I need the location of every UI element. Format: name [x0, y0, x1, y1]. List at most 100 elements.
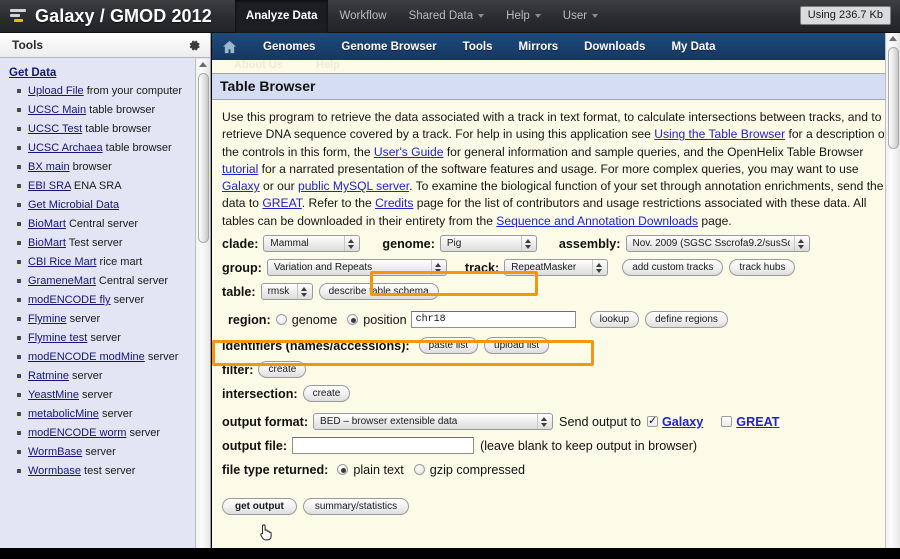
region-genome-radio[interactable] — [275, 314, 287, 326]
description-link[interactable]: Sequence and Annotation Downloads — [496, 214, 698, 228]
tool-link[interactable]: Get Microbial Data — [28, 199, 119, 211]
ucsc-nav-downloads[interactable]: Downloads — [571, 41, 658, 53]
tool-link[interactable]: Upload File — [28, 85, 84, 97]
describe-table-schema-button[interactable]: describe table schema — [318, 283, 439, 301]
scrollbar-thumb[interactable] — [888, 47, 899, 149]
description-text: page. — [698, 213, 732, 228]
intersection-create-button[interactable]: create — [302, 385, 351, 403]
chevron-down-icon — [478, 14, 485, 18]
file-type-plain-text-radio[interactable] — [337, 464, 349, 476]
region-position-radio[interactable] — [347, 314, 359, 326]
description-link[interactable]: User's Guide — [374, 145, 444, 159]
ucsc-sub-nav: About Us Help — [212, 59, 900, 74]
tool-link[interactable]: Wormbase — [28, 465, 81, 477]
masthead-item-workflow[interactable]: Workflow — [328, 0, 397, 33]
form-row-output-file: output file: (leave blank to keep output… — [222, 436, 890, 455]
track-hubs-button[interactable]: track hubs — [729, 259, 796, 277]
tool-item-suffix: server — [98, 408, 133, 420]
ucsc-nav-mirrors[interactable]: Mirrors — [505, 41, 571, 53]
paste-list-button[interactable]: paste list — [418, 337, 479, 355]
output-file-input[interactable] — [292, 437, 475, 455]
masthead-item-shared-data[interactable]: Shared Data — [398, 0, 496, 33]
genome-select[interactable]: Pig — [439, 235, 537, 253]
file-type-gzip-label: gzip compressed — [429, 462, 525, 477]
tool-link[interactable]: modENCODE worm — [28, 427, 126, 439]
description-link[interactable]: public MySQL server — [298, 179, 409, 193]
form-row-output-format: output format: BED – browser extensible … — [222, 412, 890, 431]
tool-item-suffix: table browser — [102, 142, 172, 154]
gear-icon[interactable] — [188, 39, 201, 52]
description-link[interactable]: Galaxy — [222, 179, 260, 193]
masthead-item-user[interactable]: User — [552, 0, 609, 33]
tool-link[interactable]: Ratmine — [28, 370, 69, 382]
tool-link[interactable]: UCSC Test — [28, 123, 82, 135]
description-link[interactable]: tutorial — [222, 162, 258, 176]
ucsc-nav-tools[interactable]: Tools — [450, 41, 506, 53]
tool-link[interactable]: metabolicMine — [28, 408, 99, 420]
tool-link[interactable]: BioMart — [28, 218, 66, 230]
scroll-up-arrow-icon[interactable] — [199, 62, 207, 67]
tool-link[interactable]: BX main — [28, 161, 70, 173]
ucsc-nav-genomes[interactable]: Genomes — [250, 41, 328, 53]
assembly-label: assembly: — [558, 236, 621, 251]
tool-link[interactable]: Flymine — [28, 313, 67, 325]
get-output-button[interactable]: get output — [222, 498, 297, 516]
ucsc-nav-genome-browser[interactable]: Genome Browser — [328, 41, 449, 53]
tools-panel-title: Tools — [12, 38, 44, 52]
group-select-value: Variation and Repeats — [273, 262, 373, 274]
send-great-checkbox[interactable] — [721, 416, 733, 428]
ucsc-subnav-help[interactable]: Help — [316, 59, 340, 71]
masthead-item-analyze-data[interactable]: Analyze Data — [234, 0, 329, 33]
tool-link[interactable]: UCSC Main — [28, 104, 86, 116]
send-great-link[interactable]: GREAT — [736, 415, 779, 429]
tool-link[interactable]: modENCODE modMine — [28, 351, 145, 363]
send-galaxy-checkbox[interactable] — [646, 414, 658, 428]
tool-link[interactable]: BioMart — [28, 237, 66, 249]
position-input[interactable]: chr18 — [410, 311, 576, 329]
assembly-select-value: Nov. 2009 (SGSC Sscrofa9.2/susScr2) — [632, 238, 791, 250]
track-select[interactable]: RepeatMasker — [504, 259, 609, 277]
ucsc-nav-my-data[interactable]: My Data — [658, 41, 728, 53]
tool-link[interactable]: modENCODE fly — [28, 294, 111, 306]
tool-item-suffix: rice mart — [96, 256, 143, 268]
assembly-select[interactable]: Nov. 2009 (SGSC Sscrofa9.2/susScr2) — [625, 235, 810, 253]
tools-panel-scrollbar[interactable] — [195, 59, 210, 548]
tool-link[interactable]: UCSC Archaea — [28, 142, 103, 154]
tools-section-get-data[interactable]: Get Data — [9, 67, 195, 79]
table-select[interactable]: rmsk — [260, 283, 313, 301]
filter-create-button[interactable]: create — [258, 361, 307, 379]
scrollbar-thumb[interactable] — [198, 73, 209, 243]
description-link[interactable]: Credits — [375, 196, 413, 210]
page-scrollbar[interactable] — [885, 33, 900, 548]
summary-statistics-button[interactable]: summary/statistics — [302, 498, 410, 516]
tool-list-item: GrameneMart Central server — [17, 272, 195, 291]
lookup-button[interactable]: lookup — [589, 311, 640, 329]
table-browser-form: clade: Mammal genome: Pig assembly: Nov.… — [212, 232, 900, 516]
clade-label: clade: — [222, 236, 259, 251]
add-custom-tracks-button[interactable]: add custom tracks — [622, 259, 724, 277]
scroll-up-arrow-icon[interactable] — [889, 36, 897, 41]
tool-list-item: YeastMine server — [17, 386, 195, 405]
description-link[interactable]: GREAT — [262, 196, 301, 210]
upload-list-button[interactable]: upload list — [484, 337, 550, 355]
tool-list-item: modENCODE fly server — [17, 291, 195, 310]
tool-link[interactable]: EBI SRA — [28, 180, 71, 192]
ucsc-subnav-about-us[interactable]: About Us — [234, 59, 283, 71]
output-format-select[interactable]: BED – browser extensible data — [313, 413, 554, 431]
tool-link[interactable]: CBI Rice Mart — [28, 256, 96, 268]
tool-link[interactable]: WormBase — [28, 446, 82, 458]
description-link[interactable]: Using the Table Browser — [654, 127, 785, 141]
tool-link[interactable]: Flymine test — [28, 332, 87, 344]
masthead-item-help[interactable]: Help — [495, 0, 552, 33]
clade-select[interactable]: Mammal — [263, 235, 361, 253]
home-icon[interactable] — [218, 33, 240, 60]
define-regions-button[interactable]: define regions — [645, 311, 728, 329]
file-type-gzip-radio[interactable] — [413, 464, 425, 476]
tool-item-suffix: browser — [69, 161, 112, 173]
tool-link[interactable]: GrameneMart — [28, 275, 96, 287]
galaxy-logo[interactable]: Galaxy / GMOD 2012 — [0, 0, 212, 33]
send-galaxy-link[interactable]: Galaxy — [662, 415, 703, 429]
tool-link[interactable]: YeastMine — [28, 389, 79, 401]
group-select[interactable]: Variation and Repeats — [266, 259, 447, 277]
chevron-down-icon — [592, 14, 599, 18]
